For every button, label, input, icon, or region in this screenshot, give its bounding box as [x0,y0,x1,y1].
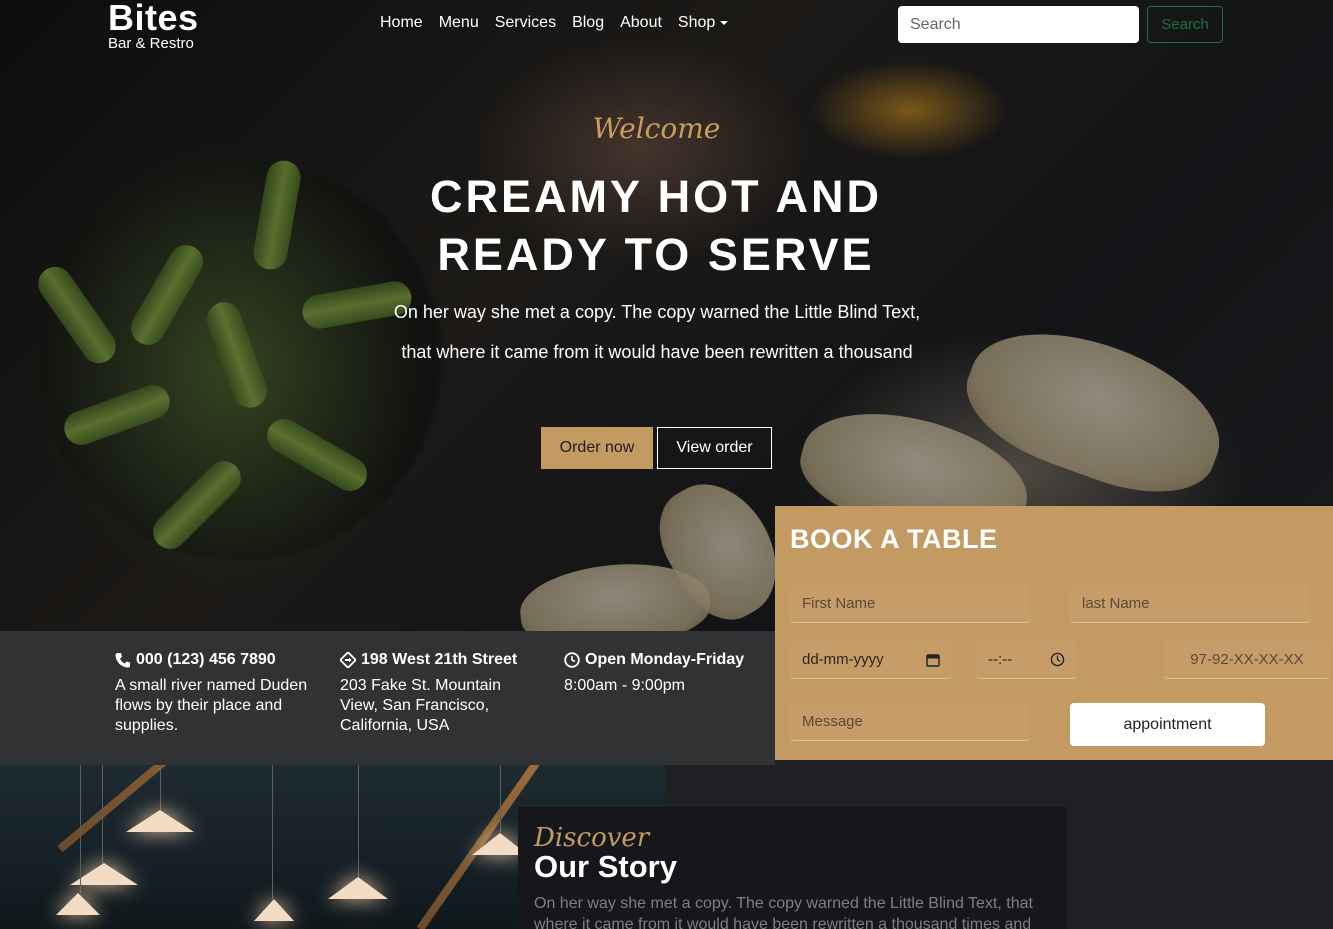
nav-services[interactable]: Services [495,14,556,32]
view-order-button[interactable]: View order [657,427,772,469]
phone-field[interactable]: 97-92-XX-XX-XX [1164,641,1330,679]
info-phone-heading: 000 (123) 456 7890 [136,651,276,668]
phone-icon [115,653,130,668]
time-field[interactable]: --:-- [976,641,1077,679]
info-hours-heading: Open Monday-Friday [585,651,745,668]
story-title: Our Story [534,849,677,884]
contact-info-bar: 000 (123) 456 7890 A small river named D… [0,631,775,765]
search-button[interactable]: Search [1147,6,1223,43]
clock-icon [564,652,580,668]
message-field[interactable]: Message [790,703,1030,741]
nav-about[interactable]: About [620,14,662,32]
last-name-field[interactable]: last Name [1070,585,1310,623]
date-field[interactable]: dd-mm-yyyy [790,641,952,679]
brand-logo[interactable]: Bites Bar & Restro [108,0,199,52]
info-hours: Open Monday-Friday 8:00am - 9:00pm [564,651,764,696]
book-table-form: BOOK A TABLE First Name last Name dd-mm-… [775,506,1333,760]
brand-tagline: Bar & Restro [108,35,194,52]
info-address: 198 West 21th Street 203 Fake St. Mounta… [340,651,540,736]
info-phone-text: A small river named Duden flows by their… [115,677,308,734]
search-input[interactable] [898,6,1139,43]
hero-description: On her way she met a copy. The copy warn… [393,302,921,362]
book-table-title: BOOK A TABLE [790,524,998,554]
nav-home[interactable]: Home [380,14,423,32]
appointment-button[interactable]: appointment [1070,703,1265,746]
story-text: On her way she met a copy. The copy warn… [534,895,1033,929]
main-nav: Home Menu Services Blog About Shop [380,14,729,32]
nav-blog[interactable]: Blog [572,14,604,32]
hero-title: CREAMY HOT AND READY TO SERVE [429,171,882,280]
nav-menu[interactable]: Menu [439,14,479,32]
chevron-down-icon [720,21,729,25]
brand-name: Bites [108,0,199,38]
info-phone: 000 (123) 456 7890 A small river named D… [115,651,315,736]
hero-eyebrow: Welcome [592,112,721,145]
nav-shop-dropdown[interactable]: Shop [677,14,729,32]
clock-icon[interactable] [1050,652,1065,667]
calendar-icon[interactable] [926,653,940,667]
info-address-text: 203 Fake St. Mountain View, San Francisc… [340,677,501,734]
order-now-button[interactable]: Order now [541,427,653,469]
info-address-heading: 198 West 21th Street [361,651,518,668]
info-hours-text: 8:00am - 9:00pm [564,677,685,694]
nav-shop-label: Shop [677,14,716,31]
location-icon [340,652,356,668]
first-name-field[interactable]: First Name [790,585,1030,623]
